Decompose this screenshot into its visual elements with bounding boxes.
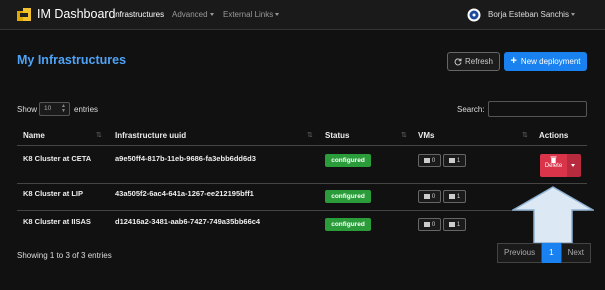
infra-uuid[interactable]: d12416a2-3481-aab6-7427-749a35bb66c4 [115,217,260,226]
sort-icon[interactable]: ⇅ [401,131,407,139]
column-header-vms[interactable]: VMs [418,131,434,140]
vm-button[interactable]: 0 [418,154,441,167]
page-title: My Infrastructures [17,53,127,67]
next-page-button[interactable]: Next [560,243,592,263]
search-label: Search: [457,105,485,114]
search-input[interactable] [488,101,587,117]
infra-name: K8 Cluster at IISAS [23,217,91,226]
trash-icon [550,156,557,163]
sort-icon[interactable]: ⇅ [307,131,313,139]
vm-button[interactable]: 1 [443,190,466,203]
plus-icon: + [510,55,517,67]
column-header-name[interactable]: Name [23,131,45,140]
vm-button[interactable]: 1 [443,218,466,231]
server-icon [423,194,430,199]
vm-button[interactable]: 1 [443,154,466,167]
brand-title[interactable]: IM Dashboard [37,7,116,21]
refresh-button[interactable]: Refresh [447,52,500,71]
refresh-label: Refresh [464,57,493,66]
vm-id: 1 [456,193,461,200]
chevron-down-icon [209,13,214,17]
server-icon [448,222,455,227]
infra-name: K8 Cluster at LIP [23,189,84,198]
table-info: Showing 1 to 3 of 3 entries [17,251,112,260]
vm-id: 1 [456,221,461,228]
status-badge: configured [325,154,371,167]
chevron-down-icon [570,13,575,17]
pagination: Previous 1 Next [497,243,592,263]
vm-id: 0 [431,193,436,200]
vm-button[interactable]: 0 [418,190,441,203]
page-1-button[interactable]: 1 [542,243,561,263]
row-divider [17,210,587,211]
nav-external-links[interactable]: External Links [223,10,280,19]
vm-list: 0 1 [418,190,466,203]
actions-dropdown-toggle[interactable] [567,154,581,177]
select-arrows-icon: ▲ ▼ [61,103,66,114]
entries-label: entries [74,105,99,114]
sort-icon[interactable]: ⇅ [522,131,528,139]
refresh-icon [454,57,462,65]
vm-id: 0 [431,157,436,164]
vm-list: 0 1 [418,154,466,167]
infra-uuid[interactable]: a9e50ff4-817b-11eb-9686-fa3ebb6dd6d3 [115,154,256,163]
egi-logo-icon[interactable] [467,8,481,22]
top-navbar: IM Dashboard Infrastructures Advanced Ex… [0,0,605,30]
user-menu[interactable]: Borja Esteban Sanchis [488,10,575,19]
server-icon [448,194,455,199]
column-header-actions: Actions [539,131,569,140]
new-deployment-label: New deployment [520,57,581,66]
up-arrow-icon [512,186,594,244]
row-divider [17,183,587,184]
column-header-uuid[interactable]: Infrastructure uuid [115,131,186,140]
length-value: 10 [44,105,52,112]
infra-name: K8 Cluster at CETA [23,154,92,163]
vm-id: 0 [431,221,436,228]
vm-list: 0 1 [418,218,466,231]
cloud-logo-icon [17,8,31,21]
status-badge: configured [325,218,371,231]
new-deployment-button[interactable]: + New deployment [504,52,587,71]
delete-button[interactable]: Delete [540,154,567,177]
server-icon [423,158,430,163]
infra-uuid[interactable]: 43a505f2-6ac4-641a-1267-ee212195bff1 [115,189,254,198]
chevron-down-icon [571,164,575,167]
show-label: Show [17,105,38,114]
vm-button[interactable]: 0 [418,218,441,231]
delete-label: Delete [544,163,563,169]
nav-infrastructures[interactable]: Infrastructures [113,10,164,19]
status-badge: configured [325,190,371,203]
server-icon [448,158,455,163]
chevron-down-icon [275,13,280,17]
column-header-status[interactable]: Status [325,131,349,140]
table-header-divider [17,145,587,146]
server-icon [423,222,430,227]
sort-icon[interactable]: ⇅ [96,131,102,139]
entries-length-select[interactable]: 10 ▲ ▼ [39,102,70,116]
previous-page-button[interactable]: Previous [497,243,543,263]
vm-id: 1 [456,157,461,164]
nav-advanced[interactable]: Advanced [172,10,214,19]
